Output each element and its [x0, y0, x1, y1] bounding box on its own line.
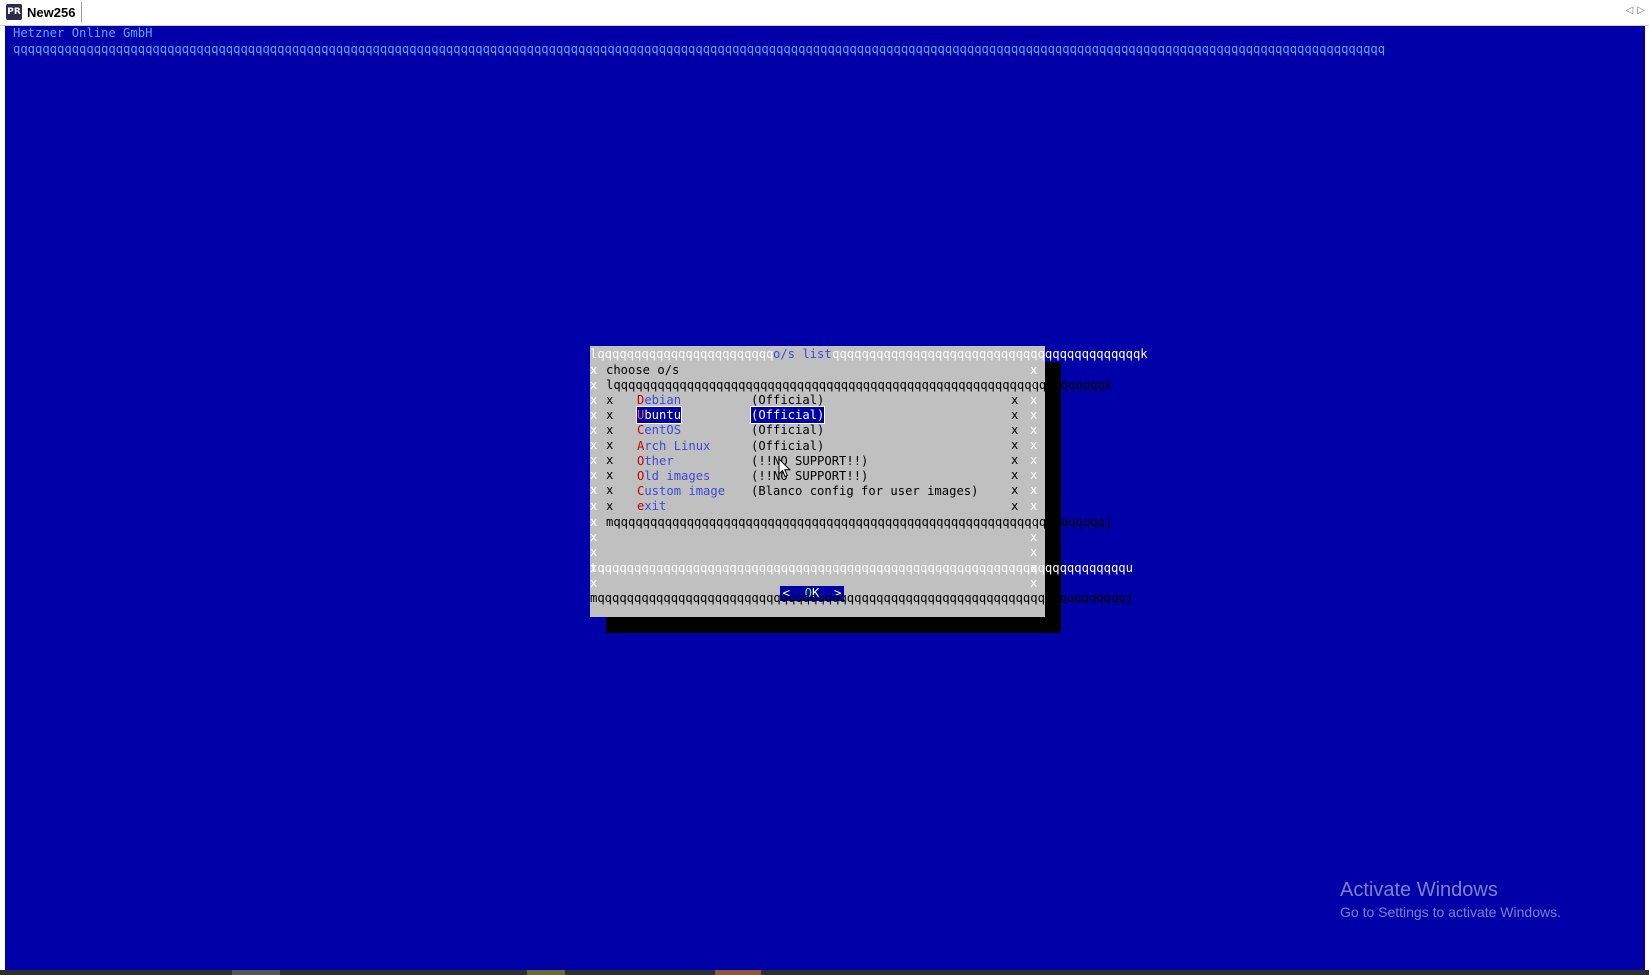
window-titlebar: PR New256 ◁ ▷ — [0, 0, 1649, 26]
os-menu-item-label: exit — [637, 498, 666, 514]
terminal-header-rule: qqqqqqqqqqqqqqqqqqqqqqqqqqqqqqqqqqqqqqqq… — [13, 42, 1386, 56]
dialog-border-char: x — [1030, 468, 1038, 482]
os-menu-item-label: Old images — [637, 468, 710, 484]
menu-border-char: x — [1011, 468, 1019, 482]
dialog-border-char: x — [590, 408, 598, 422]
dialog-border-char: x — [1030, 438, 1038, 452]
os-menu-item-description: (!!NO SUPPORT!!) — [751, 453, 869, 468]
tab-nav: ◁ ▷ — [1626, 5, 1645, 16]
menu-border-char: x — [606, 408, 614, 422]
menu-border-char: x — [1011, 393, 1019, 407]
dialog-border-char: x — [1030, 453, 1038, 467]
tab-prev-icon[interactable]: ◁ — [1626, 5, 1634, 16]
dialog-border-char: x — [590, 499, 598, 513]
dialog-prompt: choose o/s — [606, 363, 680, 377]
dialog-border-char: x — [1030, 530, 1038, 544]
dialog-border-char: x — [590, 545, 598, 559]
dialog-border-char: x — [590, 438, 598, 452]
dialog-border-bottom: mqqqqqqqqqqqqqqqqqqqqqqqqqqqqqqqqqqqqqqq… — [590, 591, 1133, 605]
os-menu-item-label: Arch Linux — [637, 438, 710, 454]
status-segment — [715, 970, 761, 975]
menu-border-char: x — [1011, 438, 1019, 452]
dialog-border-char: x — [1030, 393, 1038, 407]
os-menu-item-description: (Official) — [751, 393, 825, 407]
os-list-dialog: lqqqqqqqqqqqqqqqqqqqqqqqqqqqqqqqqqqqqqqq… — [590, 346, 1148, 617]
session-tab[interactable]: PR New256 — [6, 2, 83, 22]
dialog-border-char: x — [1030, 499, 1038, 513]
status-segment — [527, 970, 565, 975]
menu-border-char: x — [1011, 453, 1019, 467]
menu-border-char: x — [606, 423, 614, 437]
os-menu-item-description: (Official) — [751, 423, 825, 438]
dialog-border-char: x — [590, 483, 598, 497]
os-menu-item-description: (Blanco config for user images) — [751, 484, 979, 499]
mouse-pointer-icon — [778, 458, 792, 478]
os-menu-item-label: CentOS — [637, 422, 681, 438]
os-menu-item-description: (Official) — [751, 438, 825, 453]
dialog-border-char: x — [1030, 408, 1038, 422]
os-menu-item-description: (Official) — [749, 406, 826, 425]
menu-border-top: lqqqqqqqqqqqqqqqqqqqqqqqqqqqqqqqqqqqqqqq… — [606, 378, 1113, 392]
menu-border-char: x — [1011, 483, 1019, 497]
os-menu-item-label: Ubuntu — [635, 406, 683, 425]
putty-window: PR New256 ◁ ▷ Hetzner Online GmbH qqqqqq… — [0, 0, 1649, 975]
menu-border-char: x — [1011, 408, 1019, 422]
dialog-border-char: x — [1030, 483, 1038, 497]
window-bottom-bar — [0, 970, 1649, 975]
os-menu-item-name: entOS — [644, 423, 682, 438]
dialog-border-char: x — [590, 515, 598, 529]
watermark-subtitle: Go to Settings to activate Windows. — [1340, 904, 1561, 920]
menu-border-char: x — [606, 453, 614, 467]
dialog-border-char: x — [590, 378, 598, 392]
dialog-border-char: x — [590, 363, 598, 377]
os-menu-item-name: xit — [644, 499, 667, 514]
menu-border-bottom: mqqqqqqqqqqqqqqqqqqqqqqqqqqqqqqqqqqqqqqq… — [606, 515, 1113, 529]
menu-border-char: x — [606, 499, 614, 513]
os-menu-item-name: ther — [644, 453, 674, 468]
os-menu-item-name: ustom image — [644, 484, 726, 499]
menu-border-char: x — [606, 438, 614, 452]
dialog-border-top: lqqqqqqqqqqqqqqqqqqqqqqqqqqqqqqqqqqqqqqq… — [590, 347, 1148, 361]
dialog-border-char: x — [1030, 363, 1038, 377]
menu-border-char: x — [606, 483, 614, 497]
menu-border-char: x — [606, 393, 614, 407]
dialog-border-char: x — [590, 423, 598, 437]
os-menu-item-label: Other — [637, 453, 674, 469]
dialog-border-char: x — [590, 468, 598, 482]
watermark-title: Activate Windows — [1340, 879, 1498, 901]
putty-icon: PR — [6, 4, 22, 20]
tab-next-icon[interactable]: ▷ — [1637, 5, 1645, 16]
menu-border-char: x — [1011, 499, 1019, 513]
dialog-border-char: x — [590, 530, 598, 544]
menu-border-char: x — [606, 468, 614, 482]
activation-watermark: Activate Windows Go to Settings to activ… — [1340, 877, 1561, 921]
terminal-header: Hetzner Online GmbH — [13, 26, 153, 40]
status-segment — [232, 970, 280, 975]
os-menu-item-label: Custom image — [637, 483, 725, 499]
dialog-border-char: x — [1030, 545, 1038, 559]
menu-border-char: x — [1011, 423, 1019, 437]
os-menu-item-name: ld images — [644, 469, 711, 483]
dialog-title: o/s list — [773, 346, 832, 362]
session-tab-title: New256 — [27, 4, 76, 20]
os-menu-item-name: rch Linux — [644, 438, 711, 453]
os-menu-item-name: buntu — [644, 408, 682, 423]
dialog-border-char: x — [1030, 423, 1038, 437]
dialog-separator: tqqqqqqqqqqqqqqqqqqqqqqqqqqqqqqqqqqqqqqq… — [590, 561, 1133, 575]
dialog-border-char: x — [590, 576, 598, 590]
dialog-border-char: x — [590, 393, 598, 407]
os-menu-item-description: (!!NO SUPPORT!!) — [751, 469, 869, 483]
os-menu-item-name: ebian — [644, 393, 682, 407]
dialog-border-char: x — [1030, 576, 1038, 590]
os-menu-item-label: Debian — [637, 392, 681, 408]
dialog-border-char: x — [590, 453, 598, 467]
